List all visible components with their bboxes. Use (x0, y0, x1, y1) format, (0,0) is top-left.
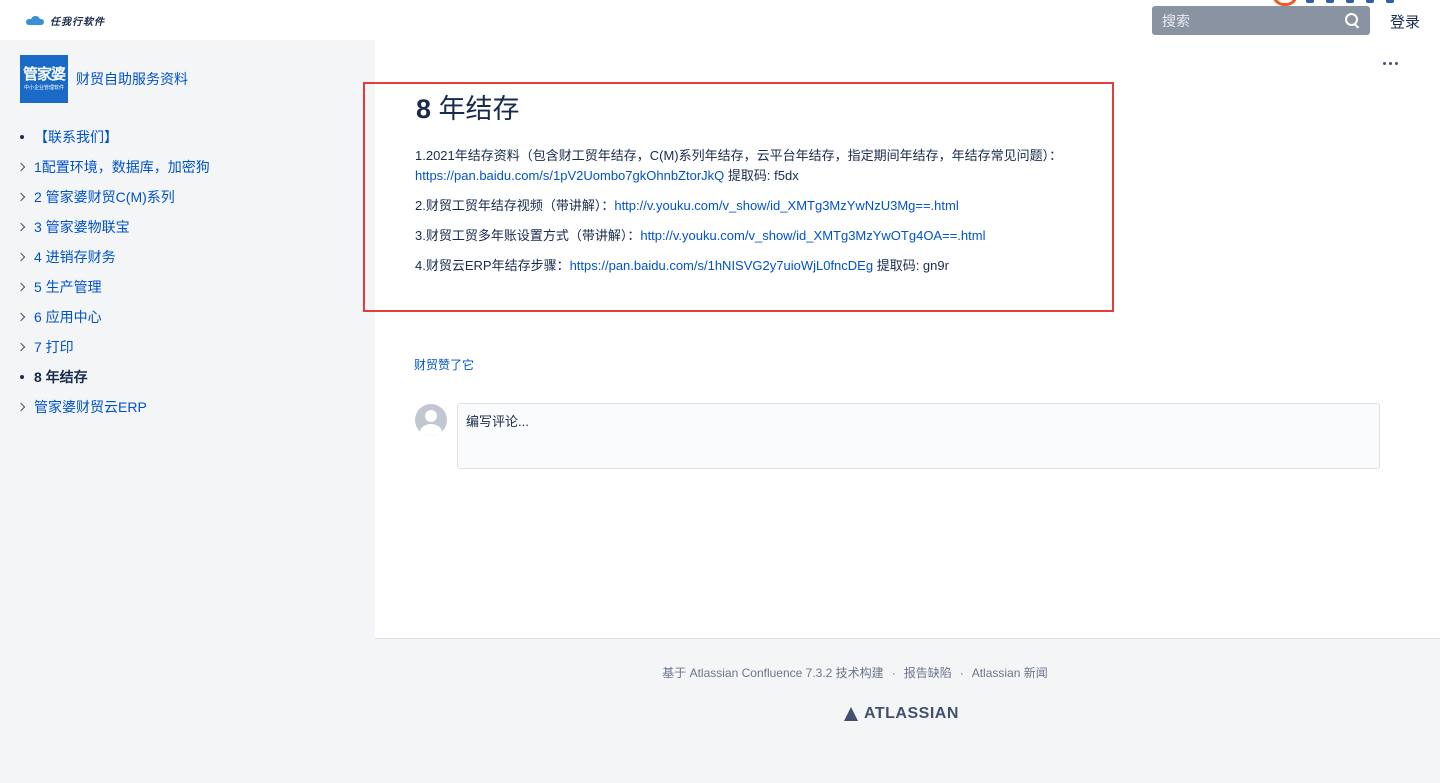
sidebar-item-label[interactable]: 5 生产管理 (34, 277, 102, 297)
chevron-right-icon[interactable] (16, 192, 26, 202)
sidebar-item-print[interactable]: 7 打印 (16, 332, 210, 362)
sidebar-item-label[interactable]: 1配置环境，数据库，加密狗 (34, 157, 210, 177)
atlassian-logo[interactable]: ATLASSIAN (844, 705, 959, 723)
atlassian-news-link[interactable]: Atlassian 新闻 (972, 666, 1048, 680)
page-body: 1.2021年结存资料（包含财工贸年结存，C(M)系列年结存，云平台年结存，指定… (415, 146, 1095, 286)
powered-by-link[interactable]: 基于 Atlassian Confluence 7.3.2 技术构建 (662, 666, 883, 680)
main-content: 8 年结存 1.2021年结存资料（包含财工贸年结存，C(M)系列年结存，云平台… (363, 40, 1440, 638)
avatar (415, 404, 447, 436)
bullet-icon (20, 375, 24, 379)
space-logo-subtitle: 中小企业管理软件 (23, 84, 64, 91)
sidebar-item-label[interactable]: 8 年结存 (34, 367, 88, 387)
sidebar-item-label[interactable]: 6 应用中心 (34, 307, 102, 327)
corner-widget (1272, 0, 1440, 6)
page-title-text: 年结存 (431, 94, 520, 124)
chevron-right-icon[interactable] (16, 312, 26, 322)
mark-icon (1366, 0, 1374, 3)
sidebar-item-production[interactable]: 5 生产管理 (16, 272, 210, 302)
baidu-pan-link-2[interactable]: https://pan.baidu.com/s/1hNISVG2y7uioWjL… (570, 258, 874, 273)
comment-input[interactable]: 编写评论... (457, 403, 1380, 469)
space-header[interactable]: 管家婆 中小企业管理软件 财贸自助服务资料 (20, 55, 188, 103)
corner-marks (1306, 0, 1394, 3)
brand-name: 任我行软件 (50, 17, 105, 28)
youku-link-1[interactable]: http://v.youku.com/v_show/id_XMTg3MzYwNz… (614, 198, 958, 213)
paragraph-3: 3.财贸工贸多年账设置方式（带讲解）：http://v.youku.com/v_… (415, 228, 986, 243)
sidebar-item-label[interactable]: 3 管家婆物联宝 (34, 217, 130, 237)
paragraph-4: 4.财贸云ERP年结存步骤：https://pan.baidu.com/s/1h… (415, 258, 949, 273)
mark-icon (1326, 0, 1334, 3)
chevron-right-icon[interactable] (16, 252, 26, 262)
space-name-link[interactable]: 财贸自助服务资料 (76, 69, 188, 89)
likes-link[interactable]: 财贸赞了它 (414, 356, 474, 373)
page-tree: 【联系我们】 1配置环境，数据库，加密狗 2 管家婆财贸C(M)系列 3 管家婆… (16, 122, 210, 422)
chevron-right-icon[interactable] (16, 402, 26, 412)
atlassian-logo-text: ATLASSIAN (864, 705, 959, 722)
search-box[interactable]: 搜索 (1152, 6, 1370, 35)
mark-icon (1306, 0, 1314, 3)
report-bug-link[interactable]: 报告缺陷 (904, 666, 952, 680)
top-bar: 任我行软件 搜索 登录 (0, 0, 1440, 40)
bullet-icon (20, 135, 24, 139)
paragraph-2: 2.财贸工贸年结存视频（带讲解）：http://v.youku.com/v_sh… (415, 198, 959, 213)
chevron-right-icon[interactable] (16, 162, 26, 172)
mark-icon (1386, 0, 1394, 3)
search-icon[interactable] (1345, 13, 1360, 28)
atlassian-icon (844, 707, 858, 721)
chevron-right-icon[interactable] (16, 342, 26, 352)
footer-separator: · (891, 666, 896, 680)
space-logo[interactable]: 管家婆 中小企业管理软件 (20, 55, 68, 103)
footer-separator: · (959, 666, 964, 680)
search-input[interactable]: 搜索 (1162, 11, 1345, 31)
cloud-icon (26, 15, 46, 26)
sidebar-item-label[interactable]: 7 打印 (34, 337, 74, 357)
sidebar: 管家婆 中小企业管理软件 财贸自助服务资料 【联系我们】 1配置环境，数据库，加… (0, 40, 382, 783)
sidebar-item-label[interactable]: 2 管家婆财贸C(M)系列 (34, 187, 175, 207)
space-logo-title: 管家婆 (22, 65, 66, 83)
paragraph-1: 1.2021年结存资料（包含财工贸年结存，C(M)系列年结存，云平台年结存，指定… (415, 148, 1063, 183)
sidebar-item-label[interactable]: 管家婆财贸云ERP (34, 397, 147, 417)
sidebar-item-cloud-erp[interactable]: 管家婆财贸云ERP (16, 392, 210, 422)
baidu-pan-link-1[interactable]: https://pan.baidu.com/s/1pV2Uombo7gkOhnb… (415, 168, 724, 183)
sidebar-item-app-center[interactable]: 6 应用中心 (16, 302, 210, 332)
page-title: 8 年结存 (416, 87, 520, 126)
sidebar-item-contact[interactable]: 【联系我们】 (18, 122, 210, 152)
sidebar-item-iot[interactable]: 3 管家婆物联宝 (16, 212, 210, 242)
chevron-right-icon[interactable] (16, 222, 26, 232)
footer-links: 基于 Atlassian Confluence 7.3.2 技术构建 · 报告缺陷 ·… (375, 664, 1335, 681)
mark-icon (1346, 0, 1354, 3)
sidebar-item-cm-series[interactable]: 2 管家婆财贸C(M)系列 (16, 182, 210, 212)
sidebar-item-year-end[interactable]: 8 年结存 (18, 362, 210, 392)
sidebar-item-inventory-finance[interactable]: 4 进销存财务 (16, 242, 210, 272)
sidebar-item-label[interactable]: 4 进销存财务 (34, 247, 116, 267)
sidebar-item-label[interactable]: 【联系我们】 (34, 127, 118, 147)
chevron-right-icon[interactable] (16, 282, 26, 292)
youku-link-2[interactable]: http://v.youku.com/v_show/id_XMTg3MzYwOT… (640, 228, 985, 243)
brand-logo[interactable]: 任我行软件 (26, 13, 105, 28)
page-title-number: 8 (416, 94, 432, 124)
sidebar-item-config[interactable]: 1配置环境，数据库，加密狗 (16, 152, 210, 182)
more-actions-icon[interactable] (1383, 62, 1398, 65)
login-button[interactable]: 登录 (1390, 11, 1420, 32)
footer: 基于 Atlassian Confluence 7.3.2 技术构建 · 报告缺陷 ·… (375, 638, 1440, 783)
